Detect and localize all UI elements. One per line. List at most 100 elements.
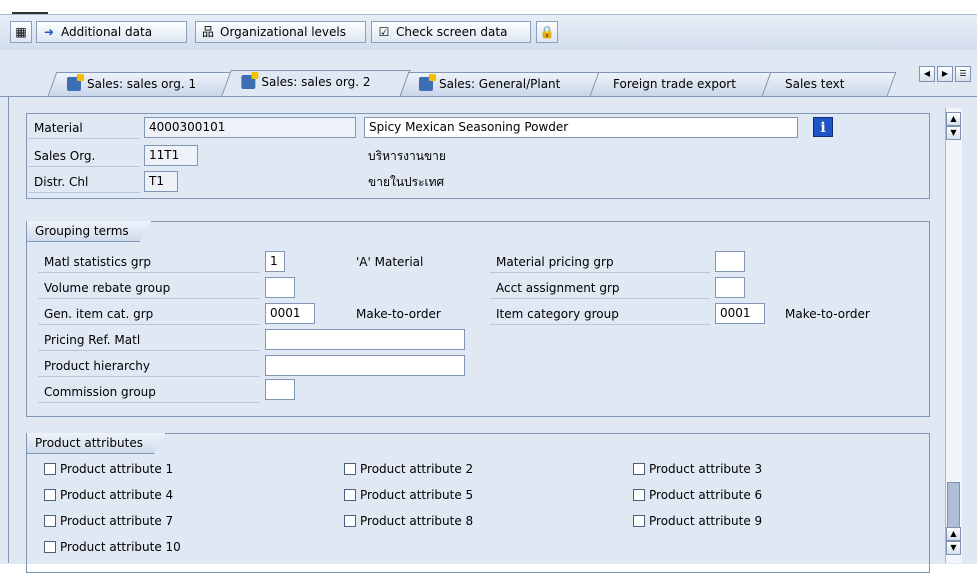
checkbox-box [44,463,56,475]
check-screen-data-button[interactable]: ☑ Check screen data [371,21,531,43]
material-field[interactable]: 4000300101 [144,117,356,138]
checkbox-box [44,489,56,501]
product-attribute-2-checkbox[interactable]: Product attribute 2 [344,460,473,478]
commission-group-field[interactable] [265,379,295,400]
check-screen-data-label: Check screen data [396,25,508,39]
material-label: Material [28,117,140,139]
tab-foreign-trade-export[interactable]: Foreign trade export [589,72,773,96]
product-attributes-title: Product attributes [27,433,166,454]
scroll-up-bottom-button[interactable]: ▲ [946,527,961,541]
tab-sales-general-plant[interactable]: Sales: General/Plant [399,72,601,96]
tab-sales-org-2[interactable]: Sales: sales org. 2 [221,70,411,96]
material-pricing-grp-field[interactable] [715,251,745,272]
gen-item-cat-grp-label: Gen. item cat. grp [38,303,260,325]
pricing-ref-matl-field[interactable] [265,329,465,350]
checkbox-label: Product attribute 10 [60,540,181,554]
matl-statistics-grp-description: 'A' Material [356,255,424,269]
volume-rebate-group-field[interactable] [265,277,295,298]
checkbox-label: Product attribute 2 [360,462,474,476]
sales-org-field[interactable]: 11T1 [144,145,198,166]
sales-org-label: Sales Org. [28,145,140,167]
checkbox-label: Product attribute 7 [60,514,174,528]
pricing-ref-matl-label: Pricing Ref. Matl [38,329,260,351]
organizational-levels-label: Organizational levels [220,25,347,39]
volume-rebate-group-label: Volume rebate group [38,277,260,299]
checkbox-label: Product attribute 1 [60,462,174,476]
checkbox-label: Product attribute 6 [649,488,763,502]
tab-label: Sales: sales org. 1 [87,77,197,91]
product-attribute-1-checkbox[interactable]: Product attribute 1 [44,460,173,478]
sales-view-icon [67,77,81,91]
sales-view-icon [241,75,256,89]
application-toolbar: ▦ ➜ Additional data 品 Organizational lev… [0,14,977,51]
title-area [0,0,977,14]
tab-sales-text[interactable]: Sales text [761,72,897,96]
scroll-down-button[interactable]: ▼ [946,126,961,140]
checkbox-box [344,489,356,501]
checkbox-box [44,515,56,527]
views-icon: ▦ [15,25,27,39]
lock-button[interactable]: 🔒 [536,21,558,43]
tab-strip: Sales: sales org. 1 Sales: sales org. 2 … [0,50,977,96]
product-attribute-7-checkbox[interactable]: Product attribute 7 [44,512,173,530]
tab-scroll-left-button[interactable]: ◀ [919,66,935,82]
checkbox-label: Product attribute 3 [649,462,763,476]
tab-scroll-nav: ◀ ▶ ☰ [919,66,971,82]
check-icon: ☑ [378,25,390,39]
lock-icon: 🔒 [539,25,555,39]
tab-sales-org-1[interactable]: Sales: sales org. 1 [47,72,233,96]
checkbox-box [344,515,356,527]
material-description-field[interactable]: Spicy Mexican Seasoning Powder [364,117,798,138]
tab-label: Sales text [785,77,845,91]
checkbox-label: Product attribute 8 [360,514,474,528]
material-pricing-grp-label: Material pricing grp [490,251,710,273]
sales-view-icon [419,77,433,91]
tab-label: Foreign trade export [613,77,736,91]
org-structure-icon: 品 [201,25,214,39]
item-category-group-label: Item category group [490,303,710,325]
product-attribute-6-checkbox[interactable]: Product attribute 6 [633,486,762,504]
acct-assignment-grp-field[interactable] [715,277,745,298]
sales-org-description: บริหารงานขาย [368,149,446,163]
tab-label: Sales: General/Plant [439,77,561,91]
select-views-button[interactable]: ▦ [10,21,32,43]
tab-scroll-right-button[interactable]: ▶ [937,66,953,82]
product-attribute-9-checkbox[interactable]: Product attribute 9 [633,512,762,530]
product-attribute-10-checkbox[interactable]: Product attribute 10 [44,538,181,556]
product-attribute-4-checkbox[interactable]: Product attribute 4 [44,486,173,504]
checkbox-box [633,489,645,501]
arrow-right-icon: ➜ [43,25,55,39]
product-hierarchy-field[interactable] [265,355,465,376]
scroll-up-button[interactable]: ▲ [946,112,961,126]
additional-data-label: Additional data [61,25,153,39]
grouping-terms-title: Grouping terms [27,221,152,242]
organizational-levels-button[interactable]: 品 Organizational levels [195,21,366,43]
frame-left-border [8,96,9,563]
product-attribute-5-checkbox[interactable]: Product attribute 5 [344,486,473,504]
item-category-group-field[interactable]: 0001 [715,303,765,324]
vertical-scrollbar[interactable]: ▲ ▼ ▲ ▼ [945,108,962,563]
checkbox-box [633,463,645,475]
acct-assignment-grp-label: Acct assignment grp [490,277,710,299]
checkbox-box [633,515,645,527]
product-attribute-8-checkbox[interactable]: Product attribute 8 [344,512,473,530]
distr-chl-description: ขายในประเทศ [368,175,445,189]
checkbox-box [344,463,356,475]
matl-statistics-grp-label: Matl statistics grp [38,251,260,273]
product-attribute-3-checkbox[interactable]: Product attribute 3 [633,460,762,478]
matl-statistics-grp-field[interactable]: 1 [265,251,285,272]
product-hierarchy-label: Product hierarchy [38,355,260,377]
gen-item-cat-grp-description: Make-to-order [356,307,441,321]
checkbox-label: Product attribute 9 [649,514,763,528]
distr-chl-field[interactable]: T1 [144,171,178,192]
scroll-down-bottom-button[interactable]: ▼ [946,541,961,555]
commission-group-label: Commission group [38,381,260,403]
additional-data-button[interactable]: ➜ Additional data [36,21,187,43]
gen-item-cat-grp-field[interactable]: 0001 [265,303,315,324]
checkbox-box [44,541,56,553]
checkbox-label: Product attribute 4 [60,488,174,502]
info-icon[interactable]: i [813,117,833,137]
tab-label: Sales: sales org. 2 [261,75,371,89]
tab-list-button[interactable]: ☰ [955,66,971,82]
item-category-group-description: Make-to-order [785,307,870,321]
